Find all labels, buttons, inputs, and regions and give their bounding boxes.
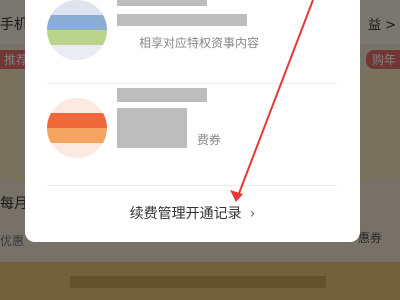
annotation-arrow xyxy=(230,0,314,202)
